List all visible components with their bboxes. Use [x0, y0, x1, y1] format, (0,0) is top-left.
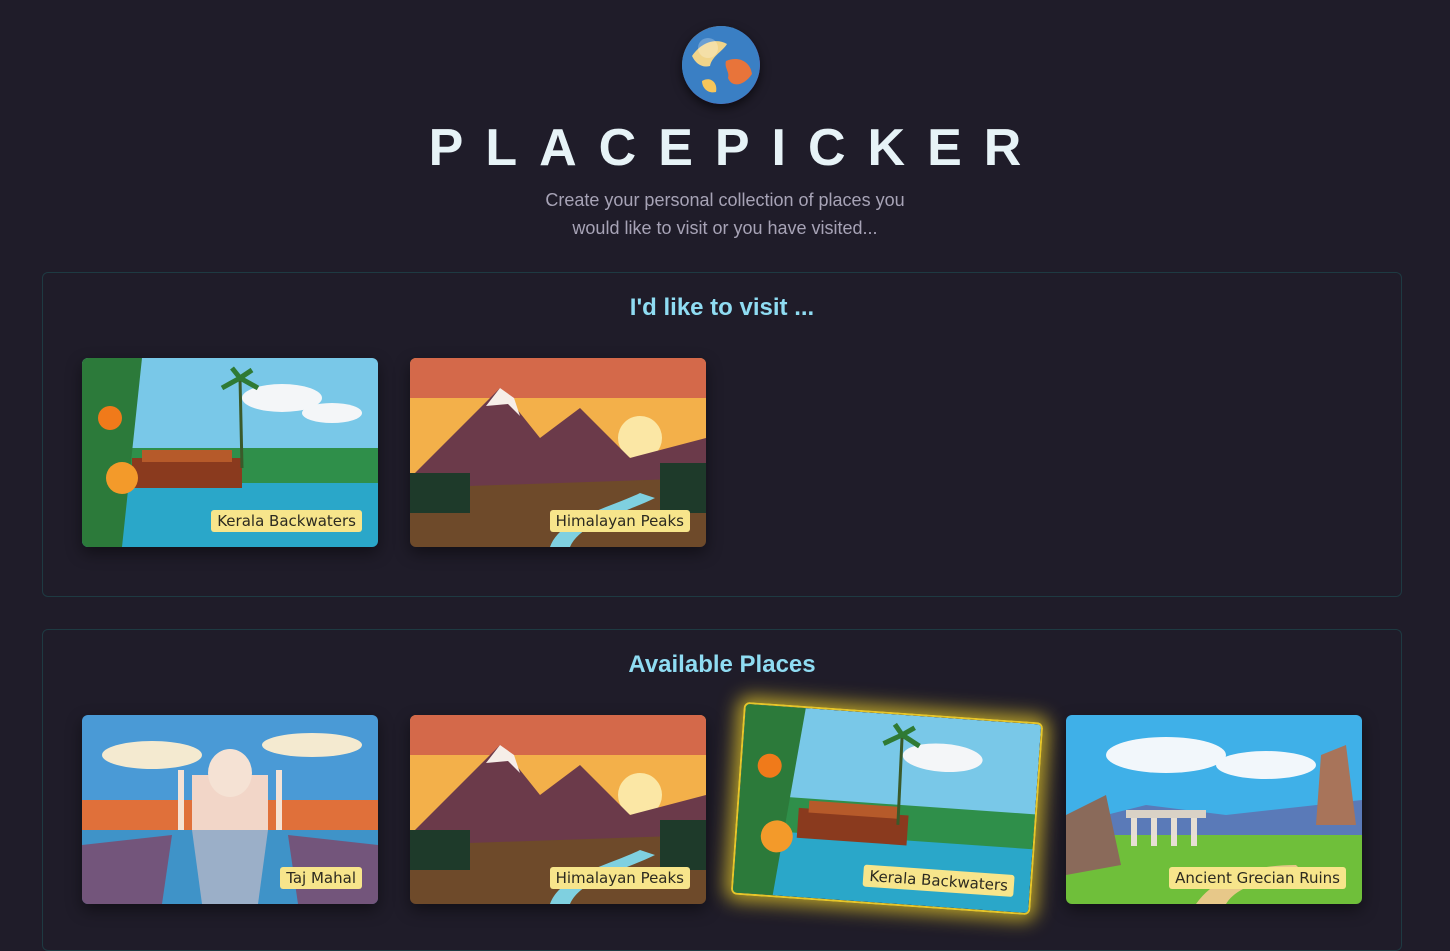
visit-section-heading: I'd like to visit ...	[629, 294, 815, 321]
place-card-label: Himalayan Peaks	[549, 867, 690, 889]
subtitle-line-1: Create your personal collection of place…	[545, 190, 905, 210]
place-card-label: Kerala Backwaters	[211, 510, 362, 532]
app-subtitle: Create your personal collection of place…	[500, 186, 950, 242]
place-card-label: Taj Mahal	[280, 867, 362, 889]
place-card-label: Himalayan Peaks	[549, 510, 690, 532]
app-title: PLACEPICKER	[428, 119, 1044, 177]
place-card-taj-mahal[interactable]: Taj Mahal	[82, 715, 378, 904]
visit-section: I'd like to visit ... Kerala Backwaters	[42, 272, 1402, 597]
subtitle-line-2: would like to visit or you have visited.…	[572, 218, 878, 238]
globe-icon	[682, 26, 760, 104]
available-section-heading: Available Places	[628, 651, 816, 678]
place-card-kerala-backwaters-hovered[interactable]: Kerala Backwaters	[730, 701, 1044, 916]
app-header: PLACEPICKER Create your personal collect…	[0, 0, 1450, 250]
place-card-ancient-grecian-ruins[interactable]: Ancient Grecian Ruins	[1066, 715, 1362, 904]
place-card-label: Ancient Grecian Ruins	[1169, 867, 1346, 889]
place-card-himalayan-peaks[interactable]: Himalayan Peaks	[410, 715, 706, 904]
place-card-kerala-backwaters[interactable]: Kerala Backwaters	[82, 358, 378, 547]
available-section: Available Places Taj Mahal Himalayan Pea…	[42, 629, 1402, 951]
place-card-himalayan-peaks[interactable]: Himalayan Peaks	[410, 358, 706, 547]
